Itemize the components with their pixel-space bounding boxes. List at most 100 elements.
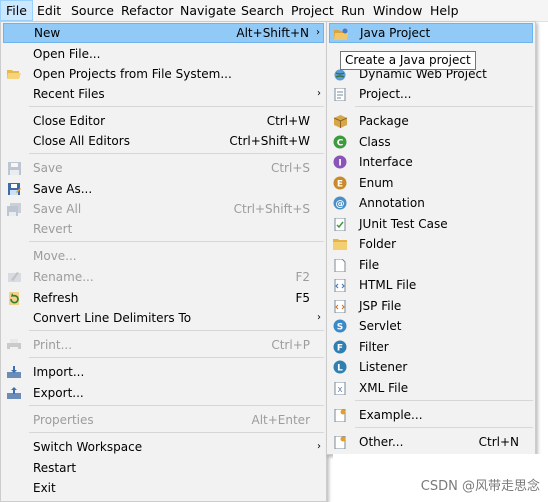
other-menu-item[interactable]: Other... Ctrl+N [329,432,533,452]
interface-label: Interface [359,155,413,169]
menu-source[interactable]: Source [66,0,119,21]
save-all-icon [7,202,21,216]
import-menu-item[interactable]: Import... [3,362,324,382]
open-projects-menu-item[interactable]: Open Projects from File System... [3,64,324,84]
rename-label: Rename... [33,270,94,284]
save-menu-item[interactable]: Save Ctrl+S [3,158,324,178]
restart-label: Restart [33,461,77,475]
servlet-label: Servlet [359,319,402,333]
export-label: Export... [33,386,84,400]
submenu-arrow-icon: › [316,27,320,38]
svg-text:I: I [338,159,341,169]
save-all-menu-item[interactable]: Save All Ctrl+Shift+S [3,199,324,219]
import-icon [7,365,21,379]
menu-bar: File Edit Source Refactor Navigate Searc… [0,0,548,22]
jsp-file-menu-item[interactable]: JSP File [329,296,533,316]
xml-file-icon: X [333,381,347,395]
junit-icon [333,217,347,231]
tooltip: Create a Java project [340,51,476,70]
move-menu-item[interactable]: Move... [3,246,324,266]
class-menu-item[interactable]: C Class [329,132,533,152]
folder-icon [333,237,347,251]
watermark: CSDN @风带走思念 [420,479,540,494]
exit-menu-item[interactable]: Exit [3,478,324,498]
listener-menu-item[interactable]: L Listener [329,357,533,377]
rename-menu-item[interactable]: Rename... F2 [3,267,324,287]
save-icon [7,161,21,175]
html-file-icon [333,278,347,292]
project-label: Project... [359,87,412,101]
xml-file-menu-item[interactable]: X XML File [329,378,533,398]
menu-separator [355,427,533,428]
new-submenu: Java Project Dynamic Web Project Project… [326,21,536,455]
svg-text:F: F [337,344,343,354]
print-label: Print... [33,338,73,352]
open-file-menu-item[interactable]: Open File... [3,44,324,64]
menu-refactor[interactable]: Refactor [116,0,178,21]
refresh-shortcut: F5 [295,291,310,305]
java-project-icon [334,27,348,41]
save-label: Save [33,161,63,175]
properties-label: Properties [33,413,94,427]
revert-label: Revert [33,222,73,236]
close-editor-menu-item[interactable]: Close Editor Ctrl+W [3,111,324,131]
switch-workspace-menu-item[interactable]: Switch Workspace › [3,437,324,457]
menu-window[interactable]: Window [368,0,427,21]
rename-icon [7,270,21,284]
enum-menu-item[interactable]: E Enum [329,173,533,193]
enum-label: Enum [359,176,394,190]
menu-separator [29,432,324,433]
listener-label: Listener [359,360,408,374]
recent-files-menu-item[interactable]: Recent Files › [3,84,324,104]
save-as-menu-item[interactable]: Save As... [3,179,324,199]
properties-menu-item[interactable]: Properties Alt+Enter [3,410,324,430]
menu-separator [355,106,533,107]
refresh-menu-item[interactable]: Refresh F5 [3,288,324,308]
annotation-menu-item[interactable]: @ Annotation [329,193,533,213]
refresh-icon [7,291,21,305]
menu-search[interactable]: Search [236,0,289,21]
junit-test-case-menu-item[interactable]: JUnit Test Case [329,214,533,234]
menu-help[interactable]: Help [425,0,464,21]
other-icon [333,435,347,449]
close-all-editors-menu-item[interactable]: Close All Editors Ctrl+Shift+W [3,131,324,151]
filter-menu-item[interactable]: F Filter [329,337,533,357]
other-shortcut: Ctrl+N [478,435,519,449]
folder-label: Folder [359,237,397,251]
menu-file[interactable]: File [0,0,33,21]
menu-separator [29,241,324,242]
folder-menu-item[interactable]: Folder [329,234,533,254]
class-icon: C [333,135,347,149]
convert-line-delimiters-menu-item[interactable]: Convert Line Delimiters To › [3,308,324,328]
move-label: Move... [33,249,77,263]
example-menu-item[interactable]: Example... [329,405,533,425]
print-menu-item[interactable]: Print... Ctrl+P [3,335,324,355]
print-icon [7,338,21,352]
export-menu-item[interactable]: Export... [3,383,324,403]
refresh-label: Refresh [33,291,79,305]
new-menu-item[interactable]: New Alt+Shift+N › [3,23,324,43]
menu-project[interactable]: Project [286,0,339,21]
revert-menu-item[interactable]: Revert [3,219,324,239]
menu-run[interactable]: Run [336,0,370,21]
menu-separator [355,400,533,401]
html-file-menu-item[interactable]: HTML File [329,275,533,295]
exit-label: Exit [33,481,56,495]
project-icon [333,87,347,101]
filter-icon: F [333,340,347,354]
example-icon [333,408,347,422]
recent-files-label: Recent Files [33,87,105,101]
package-menu-item[interactable]: Package [329,111,533,131]
menu-edit[interactable]: Edit [32,0,66,21]
servlet-menu-item[interactable]: S Servlet [329,316,533,336]
menu-navigate[interactable]: Navigate [175,0,241,21]
svg-text:L: L [337,364,343,374]
project-menu-item[interactable]: Project... [329,84,533,104]
file-menu-item[interactable]: File [329,255,533,275]
java-project-label: Java Project [360,26,431,40]
interface-menu-item[interactable]: I Interface [329,152,533,172]
restart-menu-item[interactable]: Restart [3,458,324,478]
java-project-menu-item[interactable]: Java Project [329,23,533,43]
file-menu: New Alt+Shift+N › Open File... Open Proj… [0,21,327,502]
open-file-label: Open File... [33,47,101,61]
